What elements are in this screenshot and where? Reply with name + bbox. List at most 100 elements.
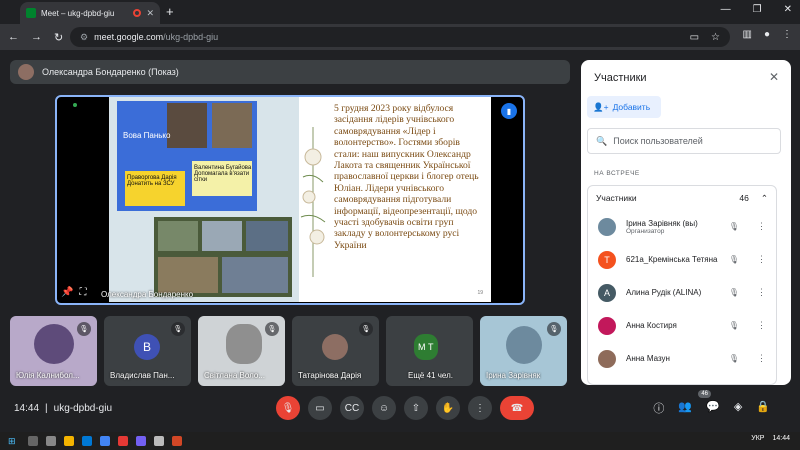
browser-tab[interactable]: Meet – ukg-dpbd-giu ✕	[20, 2, 160, 24]
participant-tile[interactable]: В 🎙 Владислав Пан...	[104, 316, 191, 386]
more-options-button[interactable]: ⋮	[468, 396, 492, 420]
more-vert-icon[interactable]: ⋮	[757, 320, 766, 331]
captions-button[interactable]: CC	[340, 396, 364, 420]
search-users-input[interactable]: 🔍 Поиск пользователей	[587, 128, 781, 154]
viber-icon[interactable]	[135, 436, 146, 446]
raise-hand-button[interactable]: ✋	[436, 396, 460, 420]
task-view-icon[interactable]	[45, 436, 56, 446]
participant-avatar	[598, 349, 616, 368]
leave-call-button[interactable]: ☎	[500, 396, 534, 420]
powerpoint-icon[interactable]	[171, 436, 182, 446]
mic-off-icon[interactable]: 🎙	[729, 255, 739, 264]
back-icon[interactable]: ←	[8, 31, 19, 44]
close-panel-icon[interactable]: ✕	[769, 70, 779, 84]
mic-off-icon[interactable]: 🎙	[729, 321, 739, 330]
participant-row[interactable]: Т 621а_Кремінська Тетяна 🎙 ⋮	[588, 243, 776, 276]
host-controls-icon[interactable]: 🔒	[756, 400, 770, 416]
browser-tab-strip: Meet – ukg-dpbd-giu ✕ + — ❐ ✕	[0, 0, 800, 24]
participant-name: Алина Рудік (ALINA)	[626, 288, 702, 297]
presentation-stage[interactable]: Вова Панько Праворгова Дарія Донатить на…	[55, 95, 525, 305]
search-icon[interactable]	[27, 436, 38, 446]
participant-row[interactable]: Ірина Зарівняк (вы) Организатор 🎙 ⋮	[588, 210, 776, 243]
people-icon[interactable]: 👥	[678, 400, 692, 416]
present-button[interactable]: ⇧	[404, 396, 428, 420]
flower-decoration-icon	[300, 127, 326, 277]
chevron-up-icon[interactable]: ⌃	[761, 193, 768, 204]
participant-name: Ірина Зарівняк (вы)	[626, 218, 698, 228]
close-tab-icon[interactable]: ✕	[146, 8, 154, 19]
participant-role: Организатор	[626, 227, 665, 235]
more-vert-icon[interactable]: ⋮	[757, 287, 766, 298]
participant-avatar	[598, 316, 616, 335]
url-path: /ukg-dpbd-giu	[163, 32, 219, 42]
audio-level-icon: ▮	[501, 103, 517, 119]
add-people-button[interactable]: 👤+ Добавить	[587, 96, 661, 118]
search-placeholder: Поиск пользователей	[613, 136, 703, 146]
activities-icon[interactable]: ◈	[734, 400, 742, 416]
mic-off-icon[interactable]: 🎙	[729, 222, 739, 231]
side-panel-icon[interactable]: ▥	[743, 29, 752, 40]
participant-tile[interactable]: 🎙 Татарінова Дарія	[292, 316, 379, 386]
mic-toggle-button[interactable]: 🎙	[276, 396, 300, 420]
cast-icon[interactable]: ▭	[690, 32, 699, 43]
more-vert-icon[interactable]: ⋮	[757, 221, 766, 232]
collage-label-2: Праворгова Дарія Донатить на ЗСУ	[127, 175, 177, 187]
participant-tile[interactable]: 🎙 Світлана Воло...	[198, 316, 285, 386]
photo-collage-top: Вова Панько Праворгова Дарія Донатить на…	[117, 101, 257, 211]
window-controls: — ❐ ✕	[721, 4, 792, 15]
file-explorer-icon[interactable]	[63, 436, 74, 446]
meeting-control-bar: 14:44 | ukg-dpbd-giu 🎙 ▭ CC ☺ ⇧ ✋ ⋮ ☎ ⓘ …	[0, 390, 800, 428]
browser-toolbar: ← → ↻ ⚙ meet.google.com /ukg-dpbd-giu ▭ …	[0, 24, 800, 50]
windows-start-icon[interactable]: ⊞	[8, 436, 16, 447]
photo-collage-bottom	[154, 217, 292, 297]
info-icon[interactable]: ⓘ	[653, 400, 664, 416]
participant-avatar: А	[598, 283, 616, 302]
minimize-icon[interactable]: —	[721, 4, 731, 15]
opera-icon[interactable]	[117, 436, 128, 446]
menu-icon[interactable]: ⋮	[782, 29, 792, 40]
participants-count-badge: 46	[698, 390, 711, 398]
participant-name: Владислав Пан...	[110, 371, 175, 380]
emoji-button[interactable]: ☺	[372, 396, 396, 420]
edge-icon[interactable]	[81, 436, 92, 446]
profile-avatar[interactable]: ●	[764, 29, 770, 40]
presenter-avatar	[18, 64, 34, 80]
chrome-icon[interactable]	[99, 436, 110, 446]
participant-tile[interactable]: 🎙 Ірина Зарівняк	[480, 316, 567, 386]
more-vert-icon[interactable]: ⋮	[757, 254, 766, 265]
participant-row[interactable]: А Алина Рудік (ALINA) 🎙 ⋮	[588, 276, 776, 309]
address-bar[interactable]: ⚙ meet.google.com /ukg-dpbd-giu ▭ ☆	[70, 27, 730, 47]
tray-lang[interactable]: УКР	[751, 435, 764, 442]
group-label: Участники	[596, 193, 637, 203]
participant-row[interactable]: Анна Мазун 🎙 ⋮	[588, 342, 776, 375]
tray-time[interactable]: 14:44	[772, 435, 790, 442]
group-header[interactable]: Участники 46 ⌃	[588, 186, 776, 210]
collage-label-1: Вова Панько	[123, 131, 171, 140]
slide-collage-area: Вова Панько Праворгова Дарія Донатить на…	[109, 97, 299, 302]
tab-title: Meet – ukg-dpbd-giu	[41, 8, 115, 18]
group-count: 46	[739, 193, 749, 203]
site-info-icon[interactable]: ⚙	[80, 32, 88, 43]
mic-off-icon[interactable]: 🎙	[729, 354, 739, 363]
close-window-icon[interactable]: ✕	[784, 4, 792, 15]
participant-name: Татарінова Дарія	[298, 371, 362, 380]
fullscreen-icon[interactable]: ⛶	[79, 287, 86, 298]
mic-off-icon: 🎙	[265, 322, 279, 336]
mic-off-icon[interactable]: 🎙	[729, 288, 739, 297]
chat-icon[interactable]: 💬	[706, 400, 720, 416]
forward-icon[interactable]: →	[31, 31, 42, 44]
maximize-icon[interactable]: ❐	[753, 4, 762, 15]
participant-tile[interactable]: 🎙 Юлія Калнибол...	[10, 316, 97, 386]
more-participants-tile[interactable]: М Т Ещё 41 чел.	[386, 316, 473, 386]
pin-icon[interactable]: 📌	[61, 287, 73, 298]
more-vert-icon[interactable]: ⋮	[757, 353, 766, 364]
new-tab-icon[interactable]: +	[166, 4, 174, 19]
app-icon[interactable]	[153, 436, 164, 446]
participant-row[interactable]: Анна Костиря 🎙 ⋮	[588, 309, 776, 342]
slide-text: 5 грудня 2023 року відбулося засідання л…	[334, 103, 479, 251]
reload-icon[interactable]: ↻	[54, 31, 63, 44]
mic-off-icon: 🎙	[359, 322, 373, 336]
bookmark-star-icon[interactable]: ☆	[711, 32, 720, 43]
participant-avatar	[506, 326, 542, 364]
camera-toggle-button[interactable]: ▭	[308, 396, 332, 420]
